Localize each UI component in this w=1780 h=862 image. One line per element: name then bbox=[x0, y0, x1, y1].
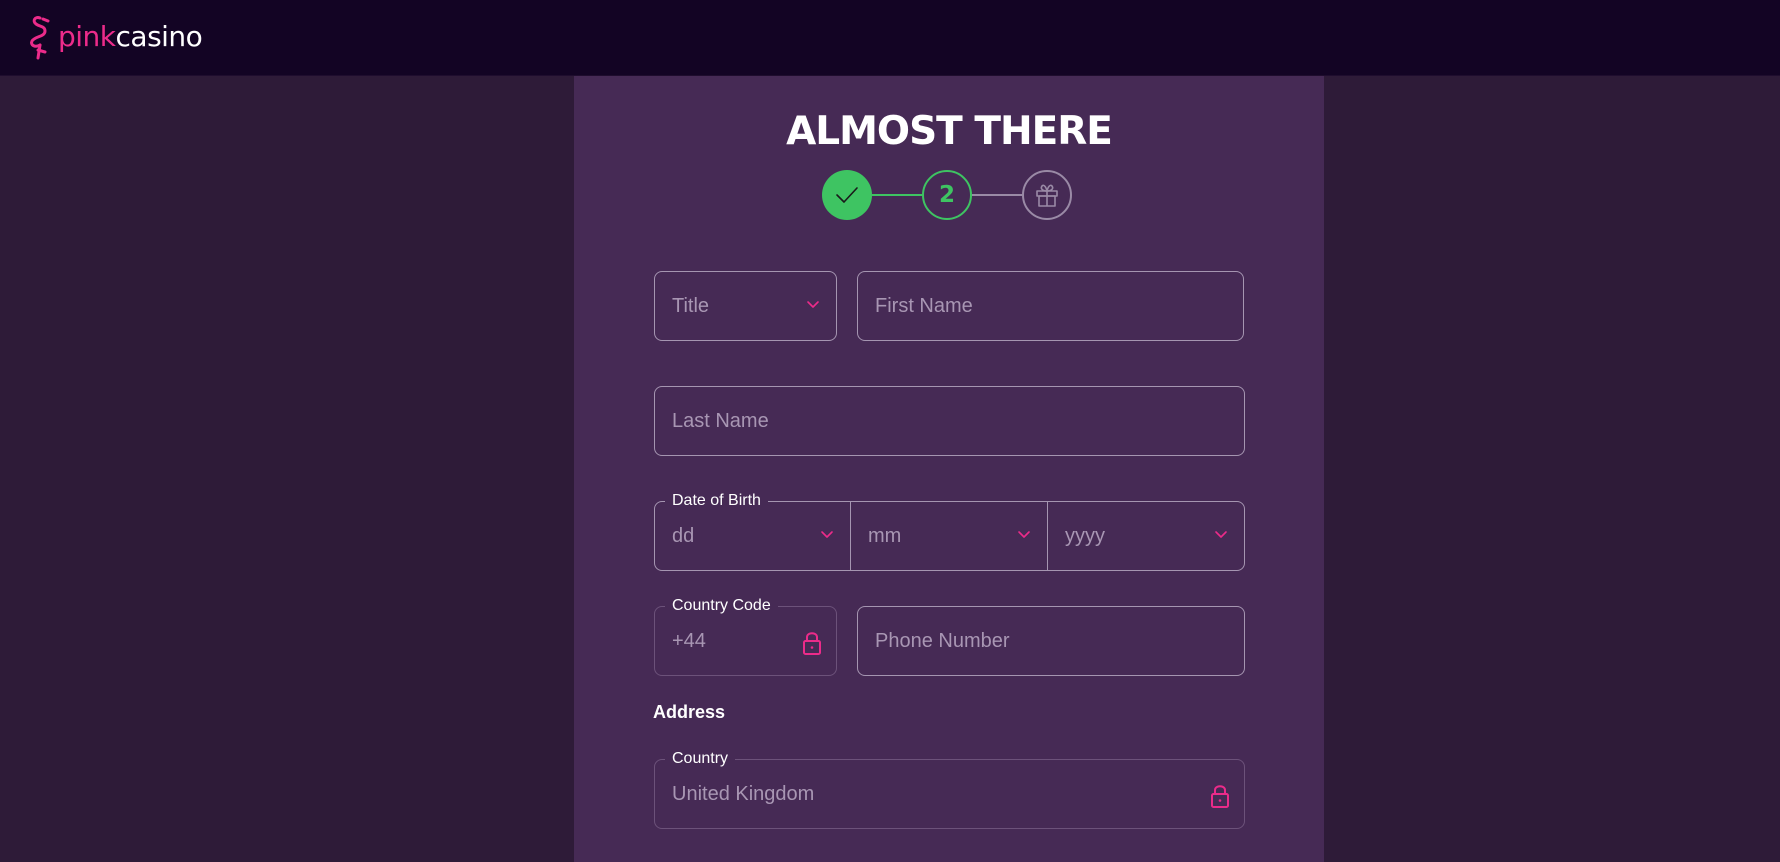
gift-icon bbox=[1036, 184, 1058, 207]
top-bar: pinkcasino bbox=[0, 0, 1780, 76]
check-icon bbox=[836, 187, 858, 203]
page-title: ALMOST THERE bbox=[786, 109, 1113, 154]
dob-year-select[interactable]: yyyy bbox=[1048, 502, 1244, 570]
address-heading: Address bbox=[653, 702, 726, 722]
title-select[interactable]: Title bbox=[654, 271, 837, 341]
lock-icon bbox=[1211, 785, 1229, 808]
lock-icon bbox=[803, 632, 821, 655]
last-name-field bbox=[654, 386, 1245, 456]
country-field: Country United Kingdom bbox=[654, 749, 1245, 829]
dob-month-select[interactable]: mm bbox=[851, 502, 1047, 570]
progress-stepper: 2 bbox=[822, 170, 1076, 222]
step-connector-completed bbox=[872, 194, 922, 196]
dob-day-select[interactable]: dd bbox=[655, 502, 850, 570]
chevron-down-icon bbox=[1018, 531, 1030, 538]
last-name-input[interactable] bbox=[655, 387, 1244, 455]
brand-name: pinkcasino bbox=[58, 20, 203, 53]
country-value: United Kingdom bbox=[672, 782, 815, 805]
flamingo-icon bbox=[30, 16, 50, 60]
phone-number-input[interactable] bbox=[858, 607, 1244, 675]
step-1-completed bbox=[822, 170, 872, 220]
step-connector-pending bbox=[972, 194, 1022, 196]
date-of-birth-field: Date of Birth dd mm yyyy bbox=[654, 491, 1245, 571]
chevron-down-icon bbox=[807, 301, 819, 308]
step-2-label: 2 bbox=[938, 182, 955, 208]
chevron-down-icon bbox=[821, 531, 833, 538]
first-name-input[interactable] bbox=[858, 272, 1243, 340]
brand-logo[interactable]: pinkcasino bbox=[26, 12, 203, 62]
chevron-down-icon bbox=[1215, 531, 1227, 538]
phone-number-field bbox=[857, 606, 1245, 676]
step-3-upcoming bbox=[1022, 170, 1072, 220]
country-code-field: Country Code +44 bbox=[654, 596, 837, 676]
registration-panel: ALMOST THERE 2 Title First Name Last Nam… bbox=[574, 76, 1324, 862]
step-2-current: 2 bbox=[922, 170, 972, 220]
first-name-field bbox=[857, 271, 1244, 341]
